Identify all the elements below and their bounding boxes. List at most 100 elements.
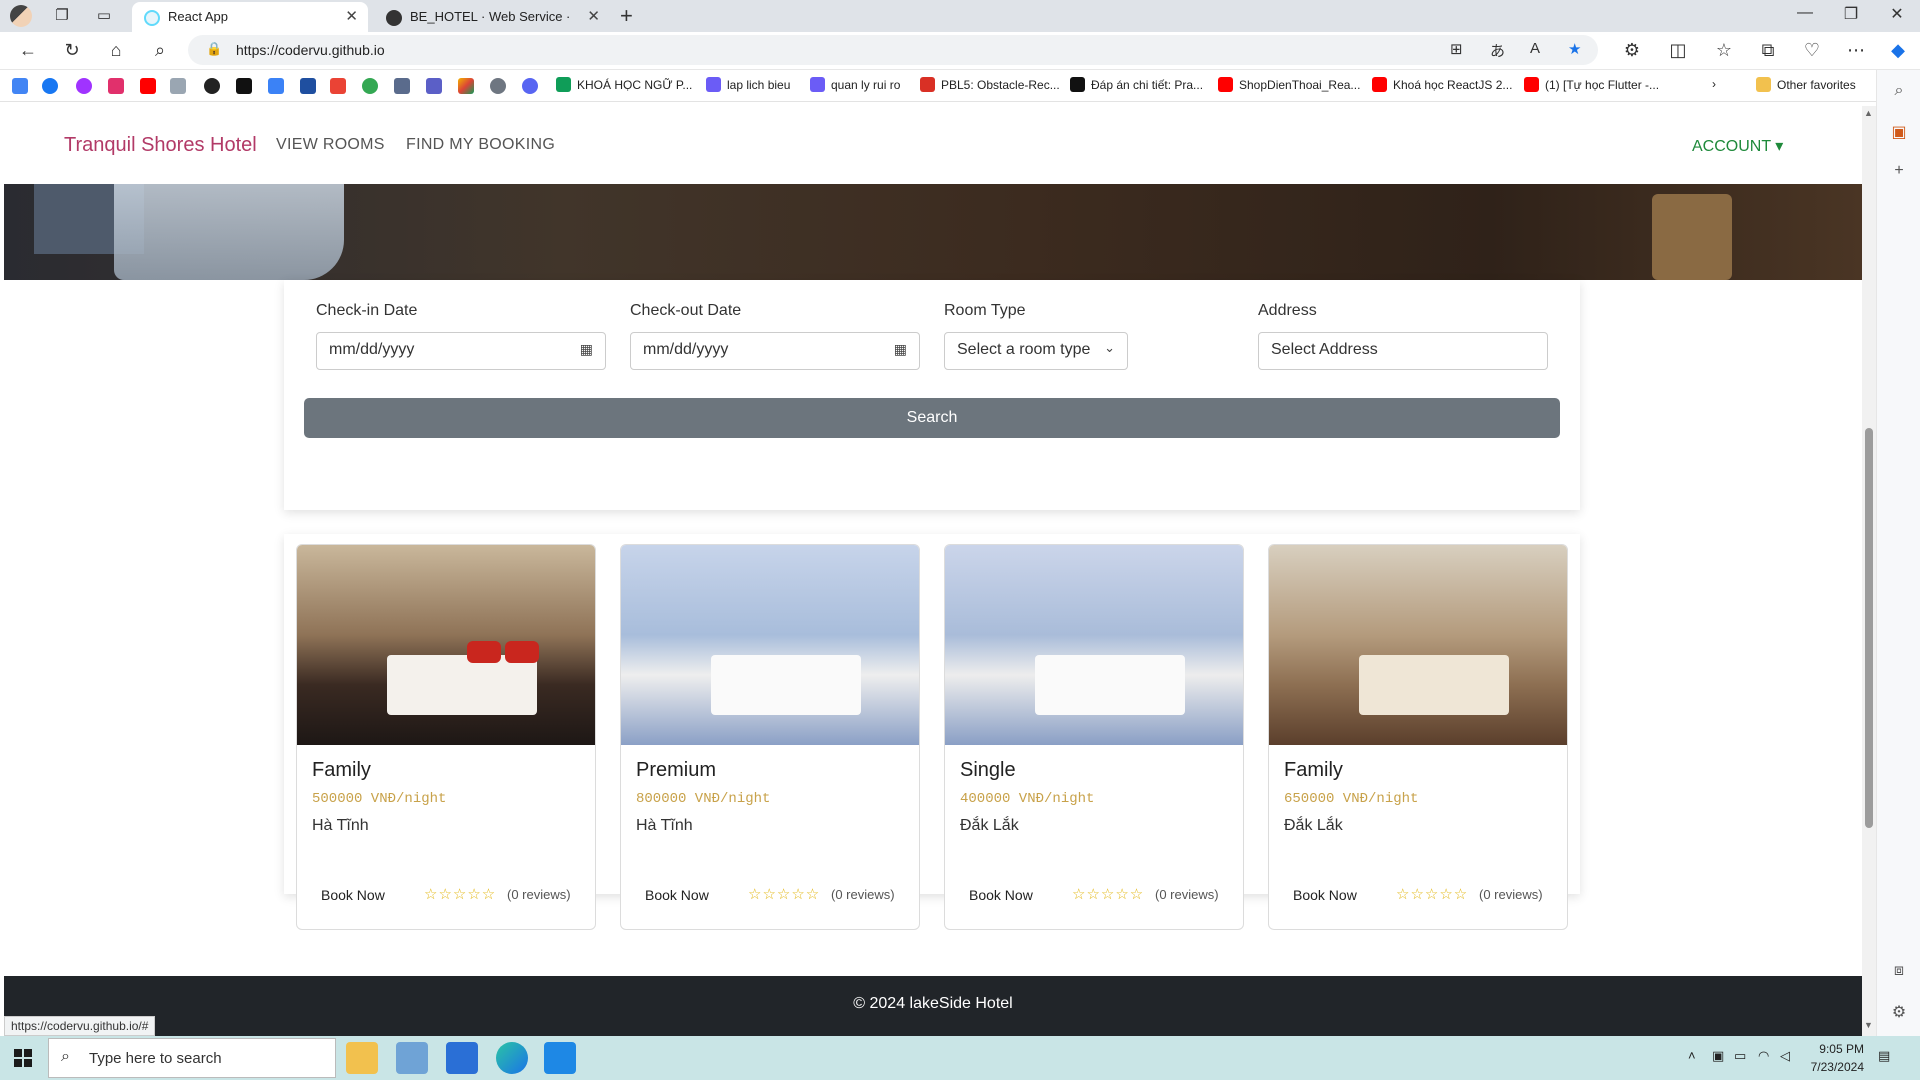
- address-select[interactable]: Select Address: [1258, 332, 1548, 370]
- search-button[interactable]: Search: [304, 398, 1560, 438]
- room-image[interactable]: [1269, 545, 1567, 745]
- close-window-icon[interactable]: ✕: [1874, 4, 1920, 24]
- close-tab-icon[interactable]: ✕: [587, 2, 600, 32]
- bookmark-reactjs[interactable]: Khoá học ReactJS 2...: [1372, 77, 1512, 92]
- instagram-icon[interactable]: [108, 78, 124, 94]
- scroll-up-icon[interactable]: ▲: [1864, 108, 1873, 118]
- calendar-icon[interactable]: ▦: [580, 341, 593, 358]
- bookmarks-overflow-icon[interactable]: ›: [1712, 77, 1716, 91]
- account-dropdown[interactable]: ACCOUNT ▾: [1692, 136, 1783, 156]
- facebook-icon[interactable]: [42, 78, 58, 94]
- read-aloud-icon[interactable]: A: [1530, 40, 1540, 57]
- browser-essentials-icon[interactable]: ♡: [1800, 40, 1824, 61]
- teams-icon[interactable]: [426, 78, 442, 94]
- collections-icon[interactable]: ⧉: [1756, 40, 1780, 61]
- nav-find-my-booking[interactable]: FIND MY BOOKING: [406, 136, 555, 154]
- bookmark-colorful-icon[interactable]: [458, 78, 474, 94]
- github-icon[interactable]: [490, 78, 506, 94]
- tray-app-icon[interactable]: ▣: [1712, 1048, 1724, 1064]
- messenger-icon[interactable]: [76, 78, 92, 94]
- chatgpt-icon[interactable]: [236, 78, 252, 94]
- new-tab-icon[interactable]: +: [620, 3, 633, 29]
- tools-icon[interactable]: ▣: [1889, 122, 1909, 142]
- close-tab-icon[interactable]: ✕: [345, 2, 358, 32]
- split-screen-icon[interactable]: ◫: [1666, 40, 1690, 61]
- brand-link[interactable]: Tranquil Shores Hotel: [64, 134, 257, 157]
- profile-avatar-icon[interactable]: [10, 5, 32, 27]
- system-clock[interactable]: 9:05 PM 7/23/2024: [1808, 1040, 1864, 1076]
- other-favorites[interactable]: Other favorites: [1756, 77, 1856, 92]
- book-now-button[interactable]: Book Now: [321, 887, 385, 903]
- gmail-icon[interactable]: [330, 78, 346, 94]
- more-menu-icon[interactable]: ⋯: [1844, 40, 1868, 61]
- screenshot-icon[interactable]: ⧈: [1889, 962, 1909, 982]
- scrollbar-thumb[interactable]: [1865, 428, 1873, 828]
- translate-icon[interactable]: あ: [1490, 40, 1505, 61]
- bookmark-shopdienthoai[interactable]: ShopDienThoai_Rea...: [1218, 77, 1360, 92]
- bookmark-quan-ly-rui-ro[interactable]: quan ly rui ro: [810, 77, 900, 92]
- bookmark-pbl5[interactable]: PBL5: Obstacle-Rec...: [920, 77, 1060, 92]
- tab-react-app[interactable]: React App ✕: [132, 2, 368, 32]
- network-icon[interactable]: ◠: [1758, 1048, 1769, 1064]
- room-image[interactable]: [945, 545, 1243, 745]
- url-text[interactable]: https://codervu.github.io: [236, 42, 385, 58]
- youtube-icon[interactable]: [140, 78, 156, 94]
- favorites-icon[interactable]: ☆: [1712, 40, 1736, 61]
- notifications-icon[interactable]: ▤: [1878, 1048, 1890, 1064]
- bookmark-dap-an[interactable]: Đáp án chi tiết: Pra...: [1070, 77, 1203, 92]
- calendar-icon[interactable]: ▦: [894, 341, 907, 358]
- refresh-icon[interactable]: ↻: [60, 40, 84, 61]
- room-type-select[interactable]: Select a room type ⌄: [944, 332, 1128, 370]
- battery-icon[interactable]: ▭: [1734, 1048, 1746, 1064]
- nav-view-rooms[interactable]: VIEW ROOMS: [276, 136, 385, 154]
- gemini-icon[interactable]: [268, 78, 284, 94]
- threads-icon[interactable]: [204, 78, 220, 94]
- room-image[interactable]: [297, 545, 595, 745]
- room-image[interactable]: [621, 545, 919, 745]
- start-icon[interactable]: [14, 1049, 32, 1067]
- taskbar-search[interactable]: ⌕ Type here to search: [48, 1038, 336, 1078]
- tab-actions-icon[interactable]: ▭: [94, 6, 114, 26]
- minimize-icon[interactable]: —: [1782, 4, 1828, 22]
- bookmark-site-icon[interactable]: [170, 78, 186, 94]
- page-scrollbar[interactable]: ▲ ▼: [1862, 106, 1876, 1036]
- bookmark-app-icon[interactable]: [522, 78, 538, 94]
- sidebar-search-icon[interactable]: ⌕: [1889, 82, 1909, 102]
- home-icon[interactable]: ⌂: [104, 40, 128, 61]
- checkin-date-input[interactable]: mm/dd/yyyy ▦: [316, 332, 606, 370]
- address-bar[interactable]: 🔒 https://codervu.github.io ⊞ あ A ★: [188, 35, 1598, 65]
- bookmark-khoa-hoc[interactable]: KHOÁ HỌC NGỮ P...: [556, 77, 692, 92]
- volume-icon[interactable]: ◁: [1780, 1048, 1790, 1064]
- add-sidebar-app-icon[interactable]: +: [1889, 162, 1909, 182]
- book-now-button[interactable]: Book Now: [645, 887, 709, 903]
- bookmark-flutter[interactable]: (1) [Tự học Flutter -...: [1524, 77, 1659, 92]
- taskbar-app-icon[interactable]: [446, 1042, 478, 1074]
- back-icon[interactable]: ←: [16, 40, 40, 61]
- book-now-button[interactable]: Book Now: [1293, 887, 1357, 903]
- restore-icon[interactable]: ❐: [1828, 4, 1874, 24]
- scroll-down-icon[interactable]: ▼: [1864, 1020, 1873, 1030]
- book-now-button[interactable]: Book Now: [969, 887, 1033, 903]
- file-explorer-icon[interactable]: [346, 1042, 378, 1074]
- copilot-icon[interactable]: ◆: [1886, 40, 1910, 61]
- tab-be-hotel[interactable]: BE_HOTEL · Web Service · Rende ✕: [374, 2, 610, 54]
- bookmark-calc-icon[interactable]: [394, 78, 410, 94]
- lock-icon[interactable]: 🔒: [206, 41, 222, 57]
- extensions-icon[interactable]: ⚙: [1620, 40, 1644, 61]
- tray-chevron-icon[interactable]: ˄: [1688, 1048, 1696, 1063]
- app-available-icon[interactable]: ⊞: [1450, 40, 1463, 58]
- vscode-icon[interactable]: [544, 1042, 576, 1074]
- workspaces-icon[interactable]: ❐: [52, 6, 72, 26]
- checkout-date-input[interactable]: mm/dd/yyyy ▦: [630, 332, 920, 370]
- sidebar-settings-icon[interactable]: ⚙: [1889, 1002, 1909, 1022]
- room-search-form: Check-in Date mm/dd/yyyy ▦ Check-out Dat…: [284, 280, 1580, 510]
- google-g-icon[interactable]: [362, 78, 378, 94]
- google-icon[interactable]: [12, 78, 28, 94]
- edge-icon[interactable]: [496, 1042, 528, 1074]
- bookmark-d-icon[interactable]: [300, 78, 316, 94]
- search-icon[interactable]: ⌕: [148, 40, 172, 61]
- bookmark-lap-lich-bieu[interactable]: lap lich bieu: [706, 77, 790, 92]
- taskbar-app-icon[interactable]: [396, 1042, 428, 1074]
- room-card: Premium 800000 VNĐ/night Hà Tĩnh Book No…: [620, 544, 920, 930]
- favorite-star-icon[interactable]: ★: [1568, 40, 1581, 58]
